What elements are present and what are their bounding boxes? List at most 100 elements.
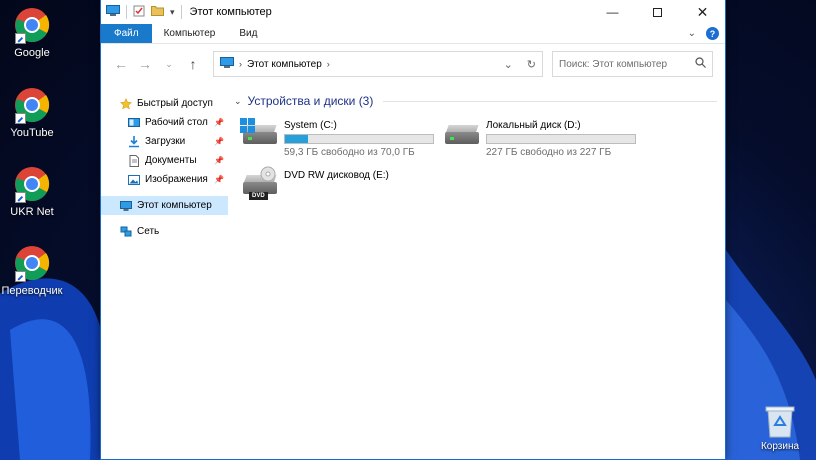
address-bar[interactable]: › Этот компьютер › ⌄ ↻ bbox=[213, 51, 543, 77]
group-title: Устройства и диски (3) bbox=[247, 94, 374, 108]
back-button[interactable]: ← bbox=[109, 52, 133, 76]
drive-name: System (C:) bbox=[284, 120, 337, 131]
window-controls: — ✕ bbox=[590, 0, 725, 24]
drives-list: System (C:) 59,3 ГБ свободно из 70,0 ГБ … bbox=[234, 114, 725, 214]
pin-icon[interactable]: 📌 bbox=[214, 137, 224, 146]
drive-name: DVD RW дисковод (E:) bbox=[284, 170, 389, 181]
drive-name: Локальный диск (D:) bbox=[486, 120, 581, 131]
computer-icon bbox=[106, 4, 120, 20]
breadcrumb-chevron-icon[interactable]: › bbox=[327, 59, 330, 69]
drive-free-space: 227 ГБ свободно из 227 ГБ bbox=[486, 147, 612, 158]
chrome-icon bbox=[13, 165, 51, 203]
nav-documents[interactable]: Документы 📌 bbox=[101, 151, 228, 170]
search-box[interactable]: Поиск: Этот компьютер bbox=[552, 51, 713, 77]
nav-quick-access[interactable]: Быстрый доступ bbox=[101, 94, 228, 113]
maximize-button[interactable] bbox=[635, 0, 680, 24]
tab-computer[interactable]: Компьютер bbox=[152, 24, 228, 43]
pin-icon[interactable]: 📌 bbox=[214, 156, 224, 165]
nav-label: Быстрый доступ bbox=[137, 98, 213, 109]
title-bar: ▾ Этот компьютер — ✕ bbox=[101, 0, 725, 24]
qat-dropdown-icon[interactable]: ▾ bbox=[170, 7, 175, 18]
desktop-icon-label: Переводчик bbox=[1, 285, 63, 297]
arrow-right-icon: → bbox=[138, 56, 152, 72]
close-button[interactable]: ✕ bbox=[680, 0, 725, 24]
properties-icon[interactable] bbox=[133, 5, 145, 20]
minimize-button[interactable]: — bbox=[590, 0, 635, 24]
tab-view[interactable]: Вид bbox=[227, 24, 269, 43]
recycle-bin-icon bbox=[763, 402, 797, 438]
breadcrumb-chevron-icon[interactable]: › bbox=[239, 59, 242, 69]
pictures-icon bbox=[128, 174, 140, 186]
chevron-down-icon: ⌄ bbox=[165, 58, 173, 69]
computer-icon bbox=[220, 56, 234, 72]
chevron-down-icon: ⌄ bbox=[234, 95, 242, 106]
forward-button[interactable]: → bbox=[133, 52, 157, 76]
explorer-window: ▾ Этот компьютер — ✕ Файл Компьютер Вид … bbox=[100, 0, 726, 460]
download-icon bbox=[128, 135, 140, 148]
drive-e[interactable]: DVD DVD RW дисковод (E:) bbox=[242, 166, 389, 200]
arrow-up-icon: ↑ bbox=[189, 56, 197, 72]
search-icon bbox=[695, 57, 706, 71]
quick-access-toolbar: ▾ bbox=[101, 4, 182, 20]
desktop-icon-label: UKR Net bbox=[10, 206, 54, 218]
navigation-bar: ← → ⌄ ↑ › Этот компьютер › ⌄ ↻ Поиск: Эт… bbox=[101, 44, 725, 84]
desktop-icon-google[interactable]: Google bbox=[0, 6, 64, 59]
address-dropdown-icon[interactable]: ⌄ bbox=[504, 58, 513, 71]
nav-label: Загрузки bbox=[145, 136, 186, 147]
hdd-icon bbox=[444, 120, 480, 150]
new-folder-icon[interactable] bbox=[151, 5, 164, 19]
documents-icon bbox=[128, 154, 140, 167]
tab-file[interactable]: Файл bbox=[101, 24, 152, 43]
nav-pictures[interactable]: Изображения 📌 bbox=[101, 170, 228, 189]
drive-c[interactable]: System (C:) 59,3 ГБ свободно из 70,0 ГБ bbox=[240, 118, 434, 158]
network-icon bbox=[120, 226, 132, 238]
dvd-drive-icon: DVD bbox=[242, 166, 278, 200]
desktop-icon-label: Google bbox=[14, 47, 50, 59]
desktop-icon-translator[interactable]: Переводчик bbox=[0, 244, 64, 297]
nav-label: Изображения bbox=[145, 174, 208, 185]
desktop-icon-ukr-net[interactable]: UKR Net bbox=[0, 165, 64, 218]
dvd-badge: DVD bbox=[249, 192, 268, 200]
nav-label: Сеть bbox=[137, 226, 160, 237]
window-title: Этот компьютер bbox=[189, 6, 272, 18]
up-button[interactable]: ↑ bbox=[181, 52, 205, 76]
nav-downloads[interactable]: Загрузки 📌 bbox=[101, 132, 228, 151]
refresh-icon[interactable]: ↻ bbox=[527, 58, 536, 71]
recent-locations-button[interactable]: ⌄ bbox=[157, 52, 181, 76]
nav-network[interactable]: Сеть bbox=[101, 222, 228, 241]
star-icon bbox=[119, 97, 133, 110]
navigation-pane: Быстрый доступ Рабочий стол 📌 Загрузки 📌… bbox=[101, 84, 228, 459]
drive-usage-fill bbox=[285, 135, 308, 143]
nav-label: Документы bbox=[145, 155, 197, 166]
search-placeholder: Поиск: Этот компьютер bbox=[559, 58, 668, 70]
desktop-icon-label: YouTube bbox=[10, 127, 54, 139]
recycle-bin-label: Корзина bbox=[760, 441, 800, 452]
help-icon[interactable]: ? bbox=[706, 27, 719, 40]
desktop-icon-youtube[interactable]: YouTube bbox=[0, 86, 64, 139]
close-icon: ✕ bbox=[696, 3, 709, 20]
nav-label: Рабочий стол bbox=[145, 117, 208, 128]
pin-icon[interactable]: 📌 bbox=[214, 175, 224, 184]
breadcrumb-this-pc[interactable]: Этот компьютер bbox=[247, 59, 322, 70]
maximize-icon bbox=[653, 7, 662, 17]
ribbon-right-controls: ⌄ ? bbox=[688, 24, 725, 43]
nav-this-pc[interactable]: Этот компьютер bbox=[101, 196, 228, 215]
drive-usage-bar bbox=[284, 134, 434, 144]
nav-desktop[interactable]: Рабочий стол 📌 bbox=[101, 113, 228, 132]
nav-label: Этот компьютер bbox=[137, 200, 212, 211]
explorer-body: Быстрый доступ Рабочий стол 📌 Загрузки 📌… bbox=[101, 84, 725, 459]
computer-icon bbox=[120, 200, 132, 212]
windows-drive-icon bbox=[240, 118, 278, 150]
pin-icon[interactable]: 📌 bbox=[214, 118, 224, 127]
expand-ribbon-icon[interactable]: ⌄ bbox=[688, 28, 696, 39]
chrome-icon bbox=[13, 244, 51, 282]
ribbon-tabs: Файл Компьютер Вид ⌄ ? bbox=[101, 24, 725, 44]
drive-free-space: 59,3 ГБ свободно из 70,0 ГБ bbox=[284, 147, 415, 158]
chrome-icon bbox=[13, 6, 51, 44]
chrome-icon bbox=[13, 86, 51, 124]
desktop-icon-recycle-bin[interactable]: Корзина bbox=[752, 402, 808, 452]
devices-group-header[interactable]: ⌄ Устройства и диски (3) bbox=[234, 94, 725, 108]
minimize-icon: — bbox=[606, 5, 619, 19]
drive-d[interactable]: Локальный диск (D:) 227 ГБ свободно из 2… bbox=[444, 120, 636, 158]
arrow-left-icon: ← bbox=[114, 56, 128, 72]
